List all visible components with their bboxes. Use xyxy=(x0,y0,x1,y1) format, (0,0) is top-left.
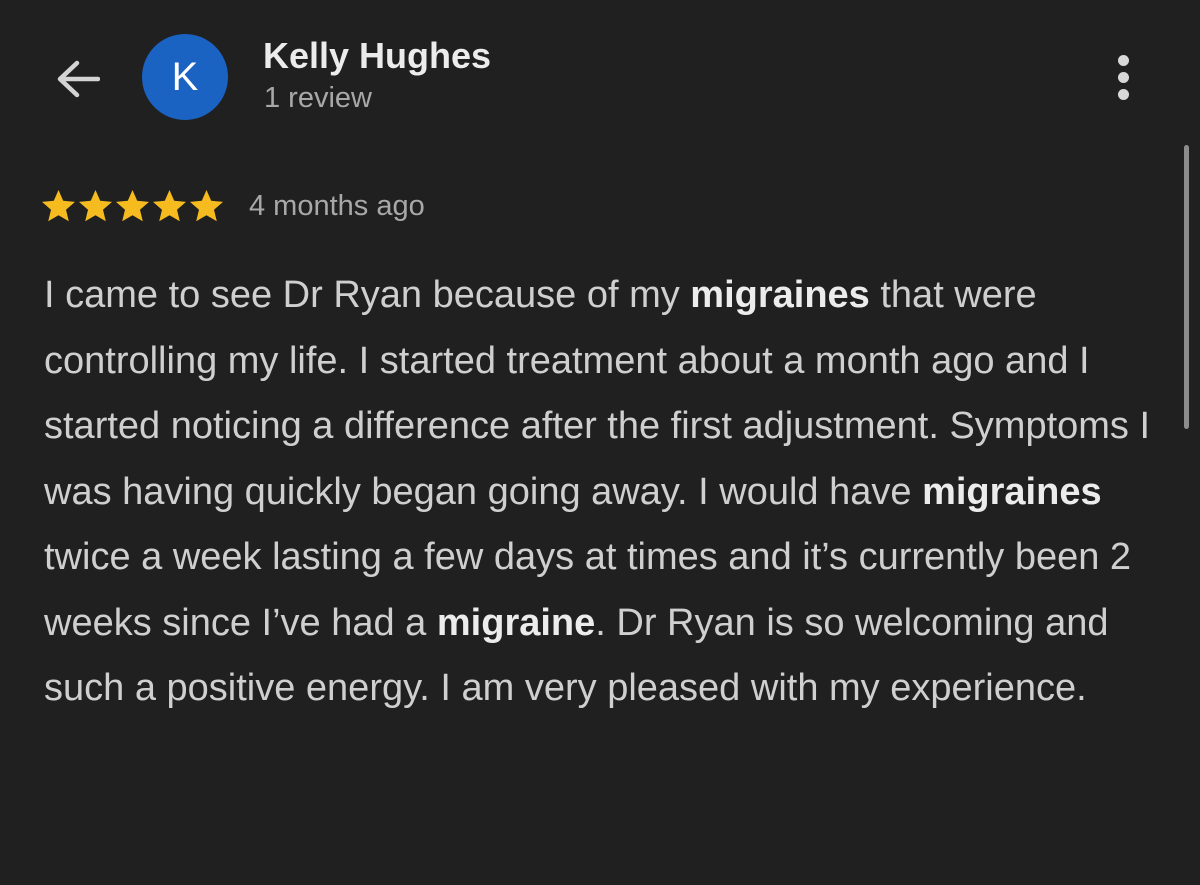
review-text-segment: I came to see Dr Ryan because of my xyxy=(44,274,691,316)
star-rating xyxy=(40,188,225,225)
more-options-button[interactable] xyxy=(1100,50,1146,104)
highlighted-keyword: migraines xyxy=(922,470,1102,513)
avatar[interactable]: K xyxy=(142,34,228,120)
highlighted-keyword: migraines xyxy=(690,274,870,316)
scrollbar[interactable] xyxy=(1184,145,1189,429)
avatar-letter: K xyxy=(171,54,199,99)
review-count: 1 review xyxy=(264,82,372,114)
more-vertical-icon-dot xyxy=(1117,88,1129,100)
review-date: 4 months ago xyxy=(249,189,425,222)
more-vertical-icon-dot xyxy=(1117,71,1129,83)
author-name[interactable]: Kelly Hughes xyxy=(263,35,491,77)
more-vertical-icon xyxy=(1117,54,1129,66)
highlighted-keyword: migraine xyxy=(436,601,596,644)
star-icon xyxy=(42,189,75,221)
reviewer-header: K Kelly Hughes 1 review xyxy=(0,0,1200,150)
back-button[interactable] xyxy=(50,52,104,106)
star-icon xyxy=(153,189,186,221)
arrow-left-icon xyxy=(57,60,100,98)
star-icon xyxy=(79,189,112,221)
star-icon xyxy=(116,189,149,221)
star-icon xyxy=(190,189,223,221)
review-text: I came to see Dr Ryan because of my migr… xyxy=(44,263,1164,722)
rating-row: 4 months ago xyxy=(40,184,425,228)
